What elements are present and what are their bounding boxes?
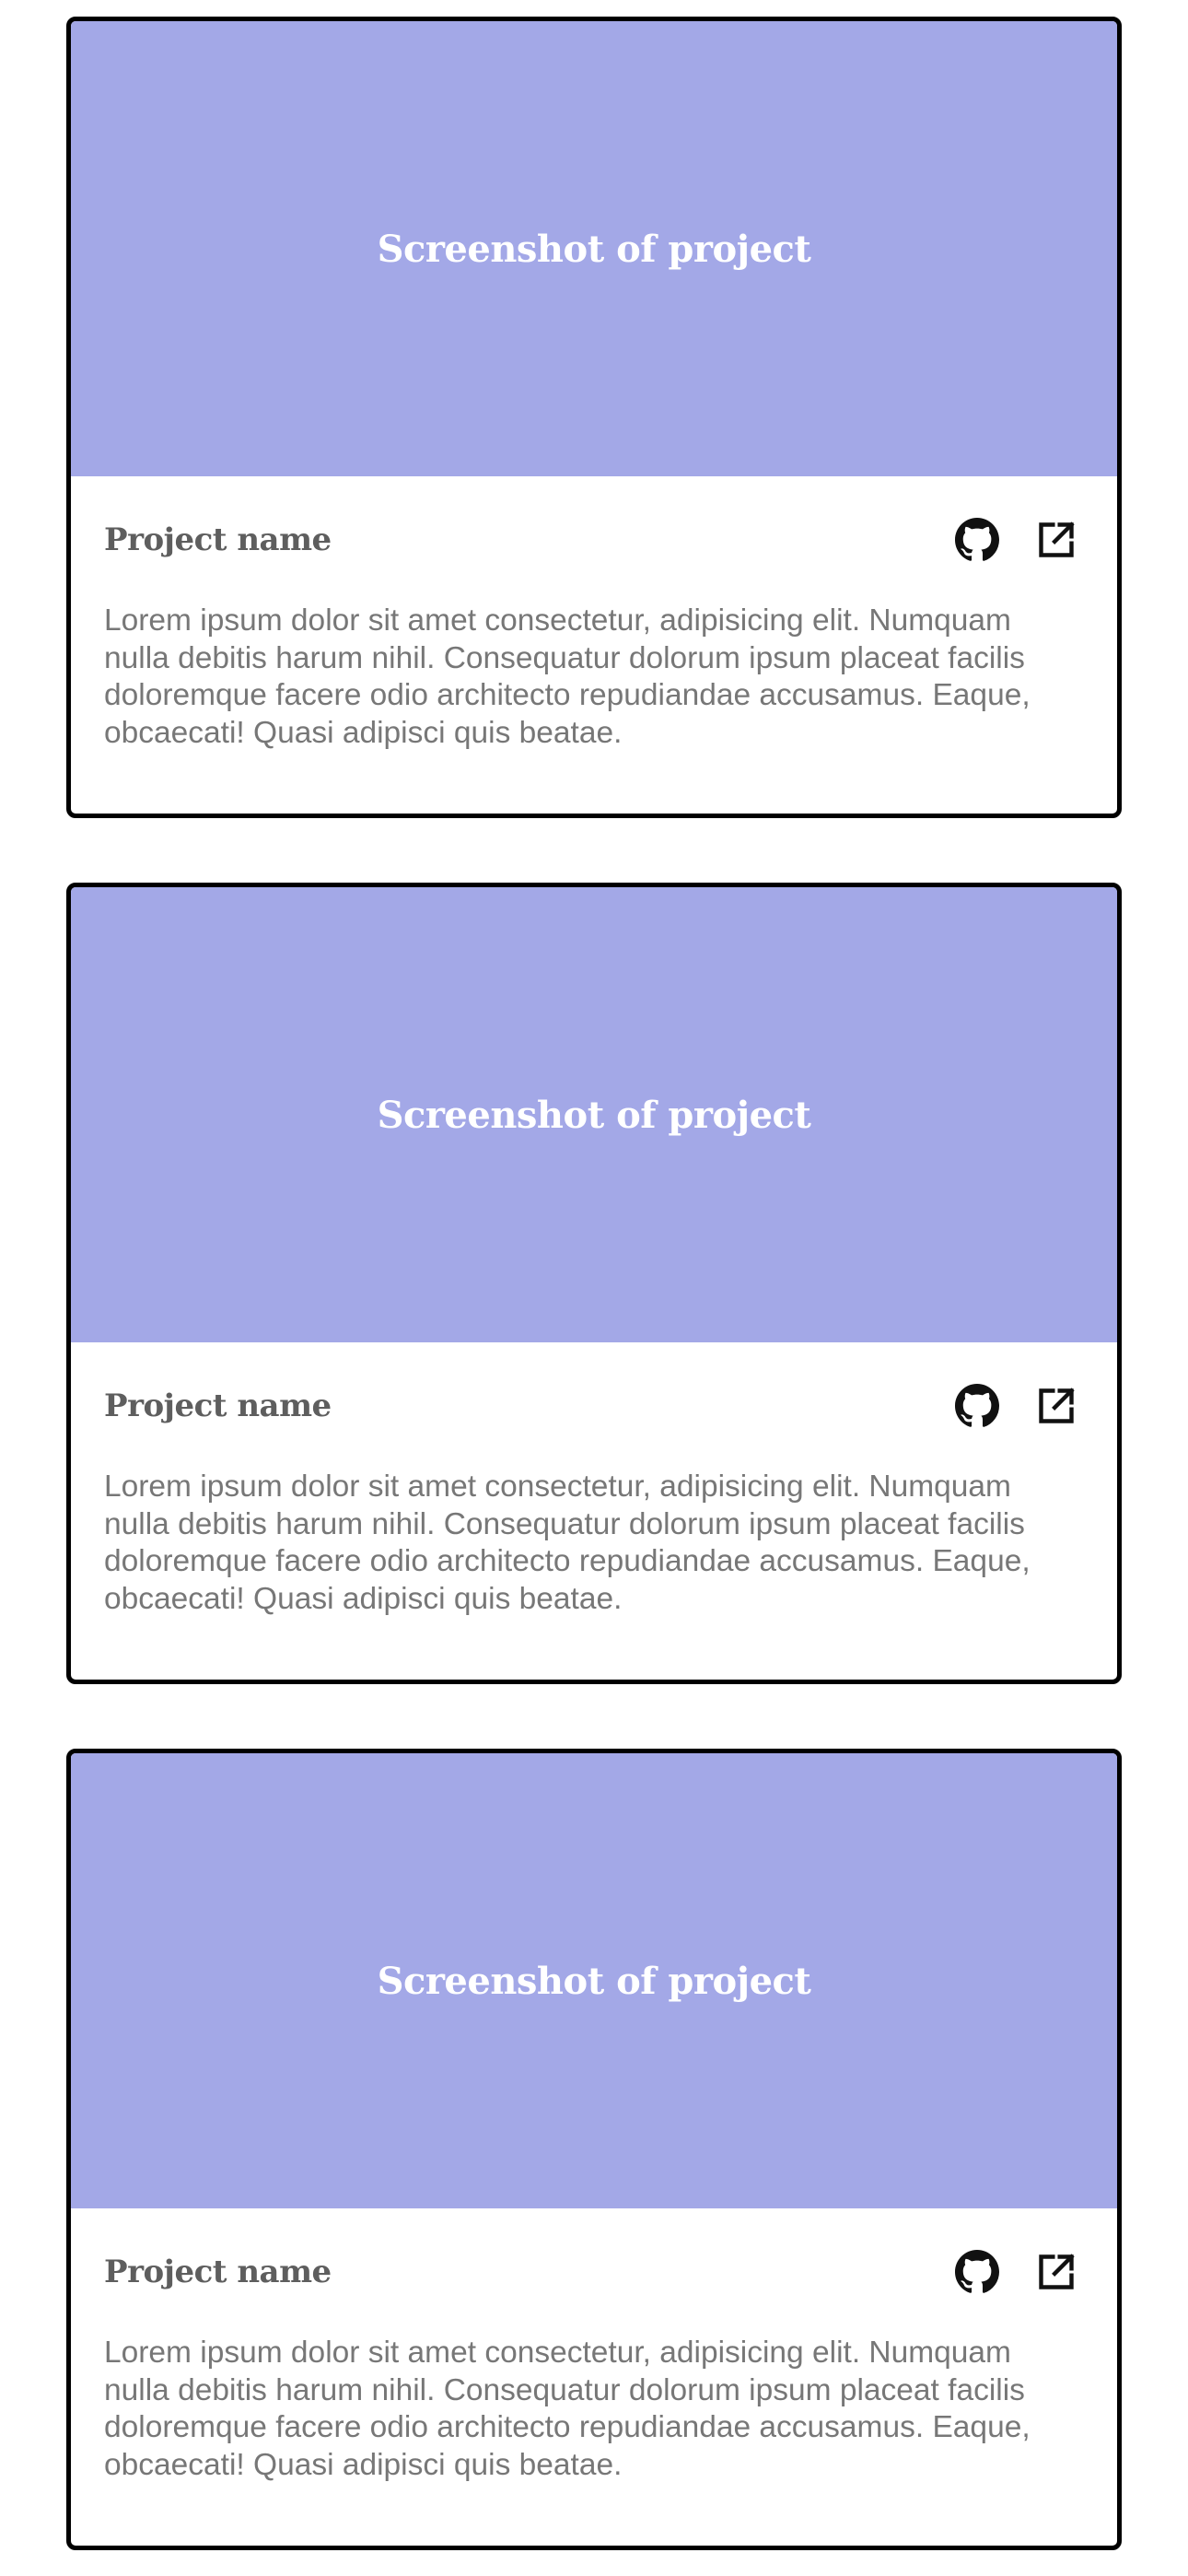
github-link[interactable] xyxy=(955,517,999,562)
project-card: Screenshot of project Project name Lorem… xyxy=(66,883,1122,1684)
github-icon xyxy=(955,1383,999,1427)
project-description: Lorem ipsum dolor sit amet consectetur, … xyxy=(104,1469,1031,1616)
project-links xyxy=(955,2249,1078,2294)
project-info: Project name Lorem ipsum dolor sit amet … xyxy=(71,476,1117,752)
project-card: Screenshot of project Project name Lorem… xyxy=(66,17,1122,818)
project-name: Project name xyxy=(104,1387,332,1424)
external-link-icon xyxy=(1039,521,1075,557)
live-demo-link[interactable] xyxy=(1034,1384,1078,1428)
project-links xyxy=(955,517,1078,562)
screenshot-placeholder-label: Screenshot of project xyxy=(377,227,811,271)
project-card: Screenshot of project Project name Lorem… xyxy=(66,1749,1122,2550)
project-description: Lorem ipsum dolor sit amet consectetur, … xyxy=(104,2336,1031,2482)
github-link[interactable] xyxy=(955,1383,999,1428)
screenshot-placeholder-label: Screenshot of project xyxy=(377,1959,811,2003)
github-link[interactable] xyxy=(955,2249,999,2294)
live-demo-link[interactable] xyxy=(1034,518,1078,562)
project-description: Lorem ipsum dolor sit amet consectetur, … xyxy=(104,603,1031,750)
project-info: Project name Lorem ipsum dolor sit amet … xyxy=(71,1342,1117,1618)
github-icon xyxy=(955,517,999,561)
project-screenshot: Screenshot of project xyxy=(71,1753,1117,2208)
project-info: Project name Lorem ipsum dolor sit amet … xyxy=(71,2208,1117,2484)
project-screenshot: Screenshot of project xyxy=(71,21,1117,476)
project-screenshot: Screenshot of project xyxy=(71,887,1117,1342)
live-demo-link[interactable] xyxy=(1034,2250,1078,2294)
screenshot-placeholder-label: Screenshot of project xyxy=(377,1093,811,1137)
project-header: Project name xyxy=(104,1342,1084,1469)
project-header: Project name xyxy=(104,2208,1084,2335)
projects-list: Screenshot of project Project name Lorem… xyxy=(66,17,1122,2550)
project-links xyxy=(955,1383,1078,1428)
project-name: Project name xyxy=(104,2253,332,2290)
project-name: Project name xyxy=(104,521,332,558)
github-icon xyxy=(955,2249,999,2293)
external-link-icon xyxy=(1039,2253,1075,2289)
external-link-icon xyxy=(1039,1387,1075,1423)
project-header: Project name xyxy=(104,476,1084,603)
